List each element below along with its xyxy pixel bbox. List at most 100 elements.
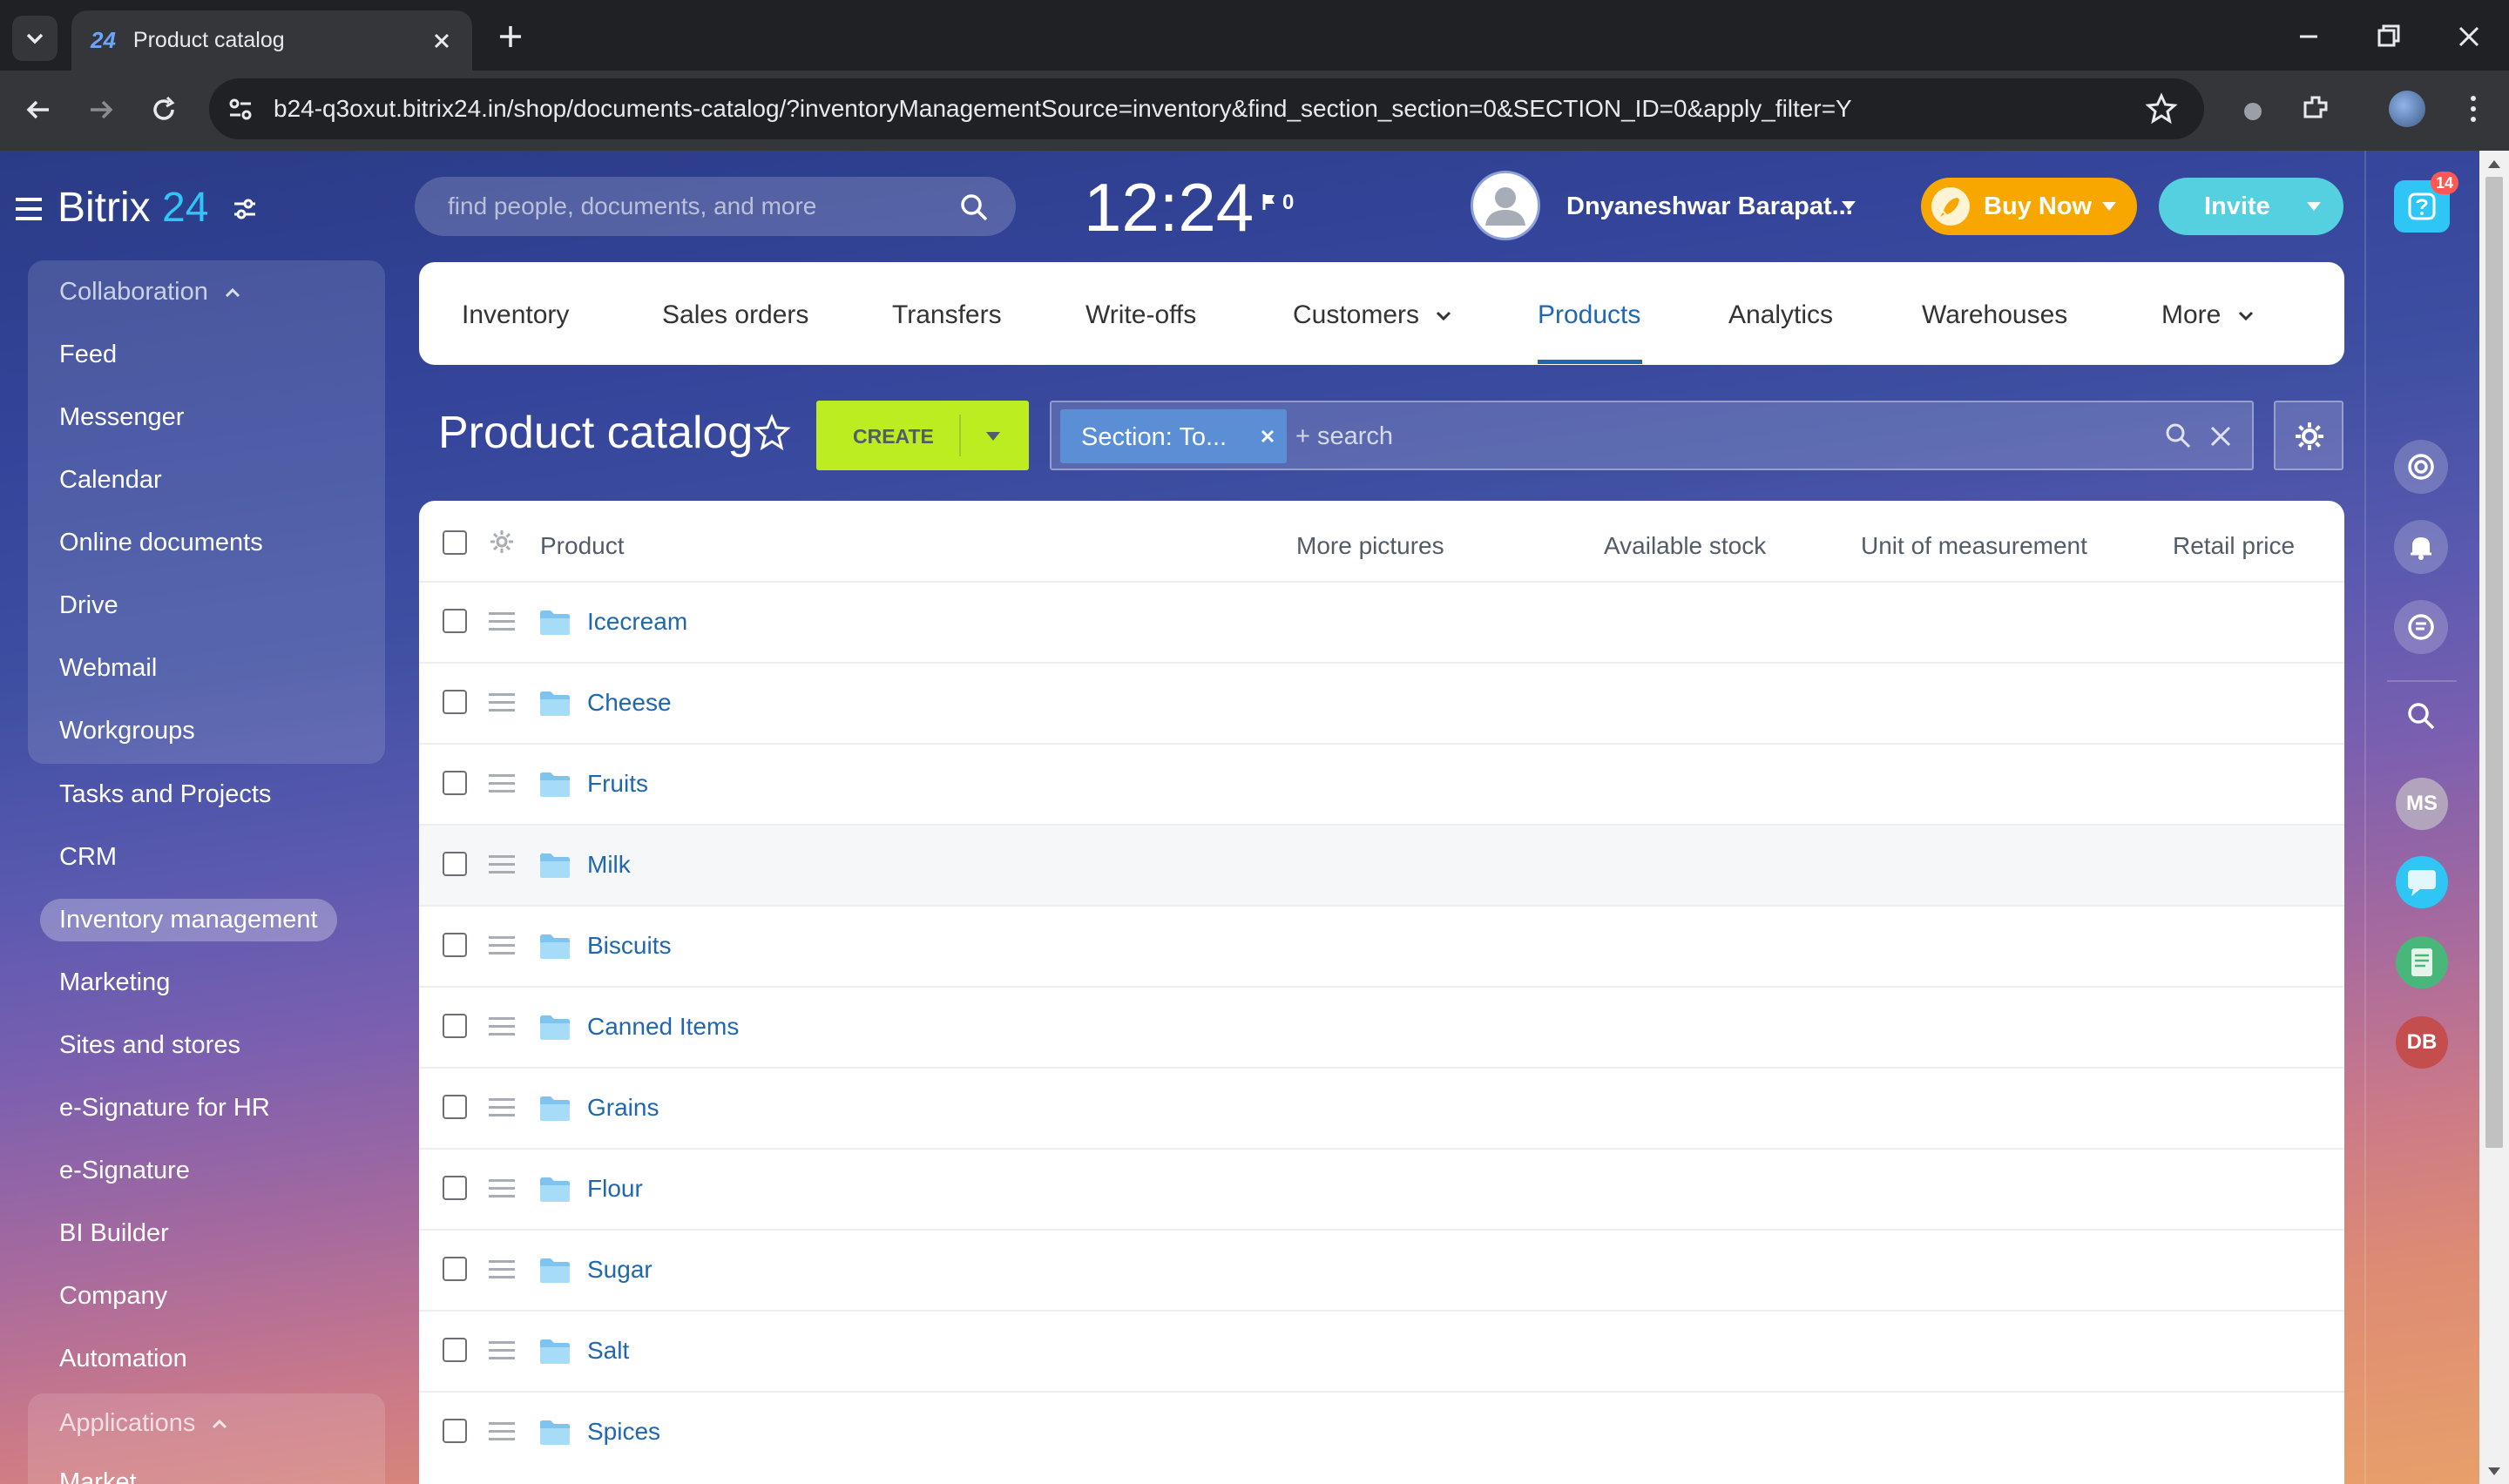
extension-icon[interactable] xyxy=(2235,92,2270,127)
invite-button[interactable]: Invite xyxy=(2159,178,2343,235)
row-checkbox[interactable] xyxy=(443,933,467,957)
create-caret-icon[interactable] xyxy=(984,430,1002,442)
drag-handle-icon[interactable] xyxy=(489,612,515,636)
reload-icon[interactable] xyxy=(146,92,181,127)
row-checkbox[interactable] xyxy=(443,852,467,876)
favorite-star-icon[interactable] xyxy=(753,414,791,452)
drag-handle-icon[interactable] xyxy=(489,1341,515,1365)
settings-sliders-icon[interactable] xyxy=(232,196,258,222)
clock[interactable]: 12:24 xyxy=(1084,168,1254,247)
contact-avatar-ms[interactable]: MS xyxy=(2396,778,2448,830)
site-info-icon[interactable] xyxy=(225,93,256,125)
sidebar-item-crm[interactable]: CRM xyxy=(59,843,117,872)
table-row[interactable]: Sugar xyxy=(419,1229,2344,1310)
user-menu-caret-icon[interactable] xyxy=(1840,199,1857,212)
product-name-link[interactable]: Biscuits xyxy=(587,932,671,960)
column-header-more-pictures[interactable]: More pictures xyxy=(1296,532,1444,560)
product-name-link[interactable]: Milk xyxy=(587,851,631,879)
nav-item-write-offs[interactable]: Write-offs xyxy=(1085,300,1196,330)
drag-handle-icon[interactable] xyxy=(489,1017,515,1041)
product-name-link[interactable]: Canned Items xyxy=(587,1013,739,1041)
nav-item-more[interactable]: More xyxy=(2161,300,2255,330)
sidebar-group-applications-title[interactable]: Applications xyxy=(59,1409,228,1438)
row-checkbox[interactable] xyxy=(443,1095,467,1119)
sidebar-item-company[interactable]: Company xyxy=(59,1282,167,1311)
row-checkbox[interactable] xyxy=(443,1014,467,1038)
back-icon[interactable] xyxy=(21,92,56,127)
column-header-available-stock[interactable]: Available stock xyxy=(1604,532,1766,560)
filter-search-input[interactable] xyxy=(1295,420,1818,453)
sidebar-item-marketing[interactable]: Marketing xyxy=(59,968,170,997)
sidebar-item-automation[interactable]: Automation xyxy=(59,1345,187,1373)
drag-handle-icon[interactable] xyxy=(489,1179,515,1203)
chat-button[interactable] xyxy=(2394,600,2448,654)
sidebar-item-esignature[interactable]: e-Signature xyxy=(59,1157,190,1185)
sidebar-item-messenger[interactable]: Messenger xyxy=(59,403,184,432)
table-row[interactable]: Canned Items xyxy=(419,986,2344,1067)
drag-handle-icon[interactable] xyxy=(489,1098,515,1122)
nav-item-warehouses[interactable]: Warehouses xyxy=(1922,300,2067,330)
contact-avatar-db[interactable]: DB xyxy=(2396,1016,2448,1069)
browser-tab[interactable]: 24 Product catalog xyxy=(71,10,472,71)
row-checkbox[interactable] xyxy=(443,1257,467,1281)
minimize-icon[interactable] xyxy=(2291,19,2326,54)
table-row[interactable]: Spices xyxy=(419,1391,2344,1472)
nav-item-transfers[interactable]: Transfers xyxy=(892,300,1002,330)
row-checkbox[interactable] xyxy=(443,1176,467,1200)
close-icon[interactable] xyxy=(430,30,453,52)
product-name-link[interactable]: Fruits xyxy=(587,770,648,798)
product-name-link[interactable]: Sugar xyxy=(587,1256,653,1284)
nav-item-products[interactable]: Products xyxy=(1538,300,1640,330)
table-row[interactable]: Grains xyxy=(419,1067,2344,1148)
table-row[interactable]: Cheese xyxy=(419,662,2344,743)
drag-handle-icon[interactable] xyxy=(489,774,515,798)
buy-now-button[interactable]: Buy Now xyxy=(1921,178,2137,235)
help-button[interactable]: 14 xyxy=(2394,172,2458,233)
column-header-retail-price[interactable]: Retail price xyxy=(2173,532,2295,560)
buy-now-caret-icon[interactable] xyxy=(2100,200,2118,212)
row-checkbox[interactable] xyxy=(443,1338,467,1362)
notifications-button[interactable] xyxy=(2394,520,2448,574)
filter-tag-remove-icon[interactable] xyxy=(1259,428,1276,445)
invite-caret-icon[interactable] xyxy=(2305,200,2323,212)
page-scrollbar[interactable] xyxy=(2479,151,2509,1484)
sidebar-item-sites-and-stores[interactable]: Sites and stores xyxy=(59,1031,240,1060)
search-icon[interactable] xyxy=(2163,421,2195,452)
row-checkbox[interactable] xyxy=(443,609,467,633)
drag-handle-icon[interactable] xyxy=(489,1260,515,1284)
nav-item-inventory[interactable]: Inventory xyxy=(462,300,569,330)
sidebar-group-collaboration-title[interactable]: Collaboration xyxy=(59,278,241,307)
extensions-puzzle-icon[interactable] xyxy=(2298,91,2335,127)
table-row[interactable]: Flour xyxy=(419,1148,2344,1229)
row-checkbox[interactable] xyxy=(443,771,467,795)
group-chat-avatar[interactable] xyxy=(2396,856,2448,908)
filter-tag[interactable]: Section: To... xyxy=(1060,409,1287,463)
search-icon[interactable] xyxy=(2404,699,2439,734)
filter-search-bar[interactable]: Section: To... xyxy=(1050,401,2254,470)
column-header-product[interactable]: Product xyxy=(540,532,625,560)
nav-item-analytics[interactable]: Analytics xyxy=(1728,300,1833,330)
activity-stream-button[interactable] xyxy=(2394,440,2448,494)
address-bar[interactable]: b24-q3oxut.bitrix24.in/shop/documents-ca… xyxy=(209,78,2204,139)
create-button[interactable]: CREATE xyxy=(816,401,1029,470)
product-name-link[interactable]: Cheese xyxy=(587,689,672,717)
sidebar-item-workgroups[interactable]: Workgroups xyxy=(59,717,195,745)
window-close-icon[interactable] xyxy=(2452,19,2486,54)
bitrix-logo[interactable]: Bitrix 24 xyxy=(57,184,208,232)
sidebar-item-bi-builder[interactable]: BI Builder xyxy=(59,1219,169,1248)
more-menu-icon[interactable] xyxy=(2455,91,2492,127)
sidebar-item-calendar[interactable]: Calendar xyxy=(59,466,162,495)
row-checkbox[interactable] xyxy=(443,690,467,714)
tab-list-button[interactable] xyxy=(12,16,57,61)
table-row[interactable]: Icecream xyxy=(419,581,2344,662)
table-row[interactable]: Fruits xyxy=(419,743,2344,824)
column-settings-gear-icon[interactable] xyxy=(487,527,517,556)
product-name-link[interactable]: Grains xyxy=(587,1094,659,1122)
table-row[interactable]: Biscuits xyxy=(419,905,2344,986)
product-name-link[interactable]: Spices xyxy=(587,1418,660,1446)
clear-filter-icon[interactable] xyxy=(2207,422,2235,450)
sidebar-item-drive[interactable]: Drive xyxy=(59,591,118,620)
select-all-checkbox[interactable] xyxy=(443,530,467,555)
search-icon[interactable] xyxy=(958,192,990,223)
forward-icon[interactable] xyxy=(84,92,118,127)
